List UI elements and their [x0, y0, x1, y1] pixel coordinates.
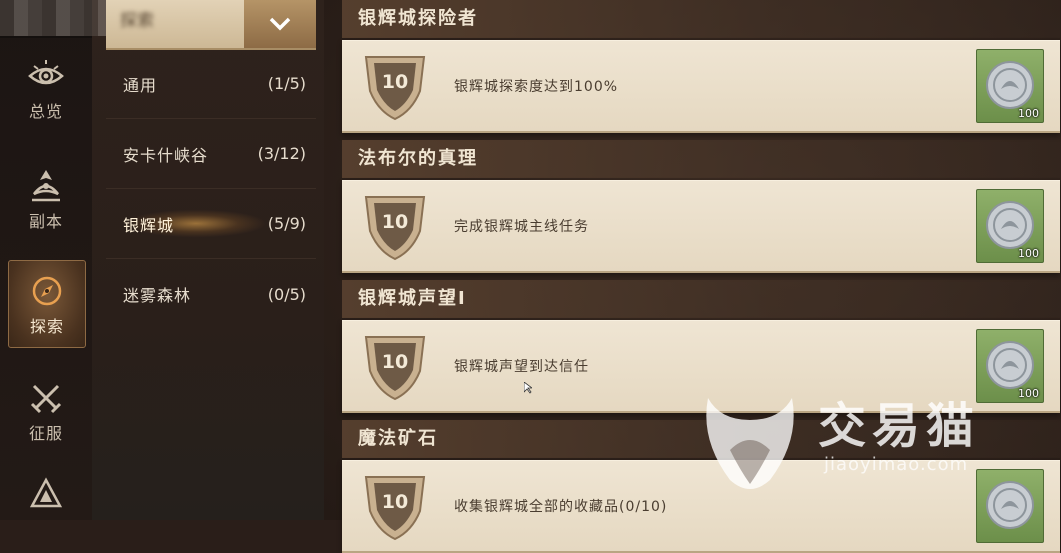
category-item-ankash[interactable]: 安卡什峡谷 (3/12) [106, 119, 316, 189]
silver-coin-icon [986, 201, 1034, 249]
category-item-mist-forest[interactable]: 迷雾森林 (0/5) [106, 259, 316, 329]
achievement-points: 10 [381, 71, 409, 93]
achievement-desc: 银辉城探索度达到100% [454, 79, 619, 95]
compass-icon [32, 276, 62, 306]
silver-coin-icon [986, 341, 1034, 389]
nav-item-conquer[interactable]: 征服 [8, 368, 84, 454]
achievement-points: 10 [381, 211, 409, 233]
category-name: 银辉城 [123, 215, 175, 235]
achievement-entry: 银辉城声望I 10 银辉城声望到达信任 100 [342, 280, 1060, 413]
achievement-points: 10 [381, 351, 409, 373]
achievement-title: 银辉城声望I [342, 280, 1060, 318]
category-name: 迷雾森林 [123, 286, 192, 305]
category-dropdown[interactable]: 探索 [106, 0, 316, 50]
nav-label: 探索 [29, 317, 64, 336]
achievement-title: 魔法矿石 [342, 420, 1060, 458]
crossed-swords-icon [30, 384, 62, 414]
achievement-card[interactable]: 10 银辉城声望到达信任 100 [342, 320, 1060, 413]
achievement-desc: 银辉城声望到达信任 [454, 359, 589, 375]
nav-label: 副本 [28, 212, 63, 231]
category-count: (3/12) [257, 144, 306, 163]
side-nav: 总览 副本 探索 征服 [0, 0, 93, 520]
chevron-down-icon [269, 17, 291, 31]
nav-label: 总览 [28, 102, 63, 121]
achievement-entry: 魔法矿石 10 收集银辉城全部的收藏品(0/10) [342, 420, 1060, 553]
achievement-desc: 收集银辉城全部的收藏品(0/10) [454, 499, 668, 515]
eye-icon [28, 60, 64, 85]
reward-slot[interactable]: 100 [976, 49, 1044, 123]
dungeon-icon [32, 170, 60, 202]
nav-item-more[interactable] [8, 468, 84, 520]
category-count: (0/5) [267, 284, 306, 304]
reward-quantity: 100 [1018, 387, 1039, 400]
achievement-card[interactable]: 10 完成银辉城主线任务 100 [342, 180, 1060, 273]
category-item-general[interactable]: 通用 (1/5) [106, 49, 316, 119]
achievement-card[interactable]: 10 银辉城探索度达到100% 100 [342, 40, 1060, 133]
achievement-title: 法布尔的真理 [342, 140, 1060, 178]
reward-quantity: 100 [1018, 247, 1039, 260]
category-count: (1/5) [267, 74, 306, 93]
reward-quantity: 100 [1018, 107, 1039, 120]
achievement-entry: 法布尔的真理 10 完成银辉城主线任务 100 [342, 140, 1060, 273]
category-item-silvershine[interactable]: 银辉城 (5/9) [106, 189, 316, 259]
nav-item-explore[interactable]: 探索 [8, 260, 86, 348]
category-count: (5/9) [267, 214, 306, 233]
pyramid-icon [29, 477, 63, 508]
silver-coin-icon [986, 61, 1034, 109]
dropdown-toggle[interactable] [244, 0, 316, 48]
nav-label: 征服 [28, 424, 63, 443]
reward-slot[interactable]: 100 [976, 189, 1044, 263]
reward-slot[interactable] [976, 469, 1044, 543]
nav-item-dungeon[interactable]: 副本 [8, 156, 84, 242]
mouse-cursor-icon [524, 382, 532, 394]
achievement-entry: 银辉城探险者 10 银辉城探索度达到100% 100 [342, 0, 1060, 133]
reward-slot[interactable]: 100 [976, 329, 1044, 403]
category-name: 通用 [123, 75, 158, 95]
nav-item-overview[interactable]: 总览 [8, 46, 84, 132]
achievement-desc: 完成银辉城主线任务 [454, 219, 589, 235]
achievement-card[interactable]: 10 收集银辉城全部的收藏品(0/10) [342, 460, 1060, 553]
achievement-points: 10 [381, 491, 409, 513]
category-name: 安卡什峡谷 [123, 145, 209, 165]
silver-coin-icon [986, 481, 1034, 529]
dropdown-label: 探索 [120, 11, 154, 31]
achievement-title: 银辉城探险者 [342, 0, 1060, 38]
